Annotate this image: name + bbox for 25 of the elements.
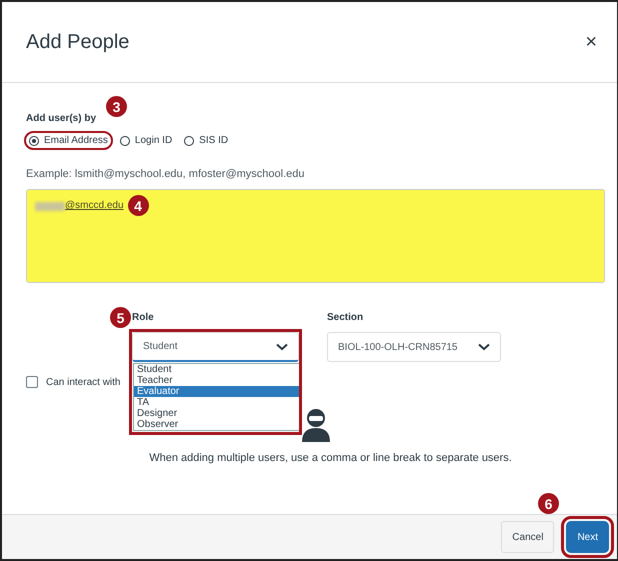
radio-option[interactable]: Login ID [116,133,176,148]
help-text: When adding multiple users, use a comma or line break to separate users. [148,452,513,464]
field-label: Section [327,312,364,323]
example-text: Example: lsmith@myschool.edu, mfoster@myschool.edu [26,168,306,180]
email-text: @smccd.edu [65,200,124,211]
role-dropdown[interactable]: Student [132,332,299,362]
checkbox-label: Can interact with [46,376,120,388]
radio-option[interactable]: SIS ID [181,133,232,148]
chevron-down-icon [276,342,288,350]
section-dropdown[interactable]: BIOL-100-OLH-CRN85715 [327,332,501,362]
person-icon [300,408,332,442]
step-number-badge: 6 [538,493,559,514]
field-label: Role [132,312,154,323]
field-label: Add user(s) by [26,113,96,124]
cancel-button[interactable]: Cancel [501,521,554,553]
dropdown-option[interactable]: Evaluator [134,386,299,397]
radio-option[interactable]: Email Address [26,133,111,148]
step-number-badge: 4 [128,195,149,216]
users-input-field[interactable]: @smccd.edu 4 [26,189,605,283]
chevron-down-icon [478,343,490,351]
dialog-title: Add People [26,30,130,54]
checkbox[interactable] [26,376,38,388]
step-number-badge: 5 [110,307,131,328]
step-number-badge: 3 [106,96,127,117]
close-button[interactable]: × [579,30,603,54]
